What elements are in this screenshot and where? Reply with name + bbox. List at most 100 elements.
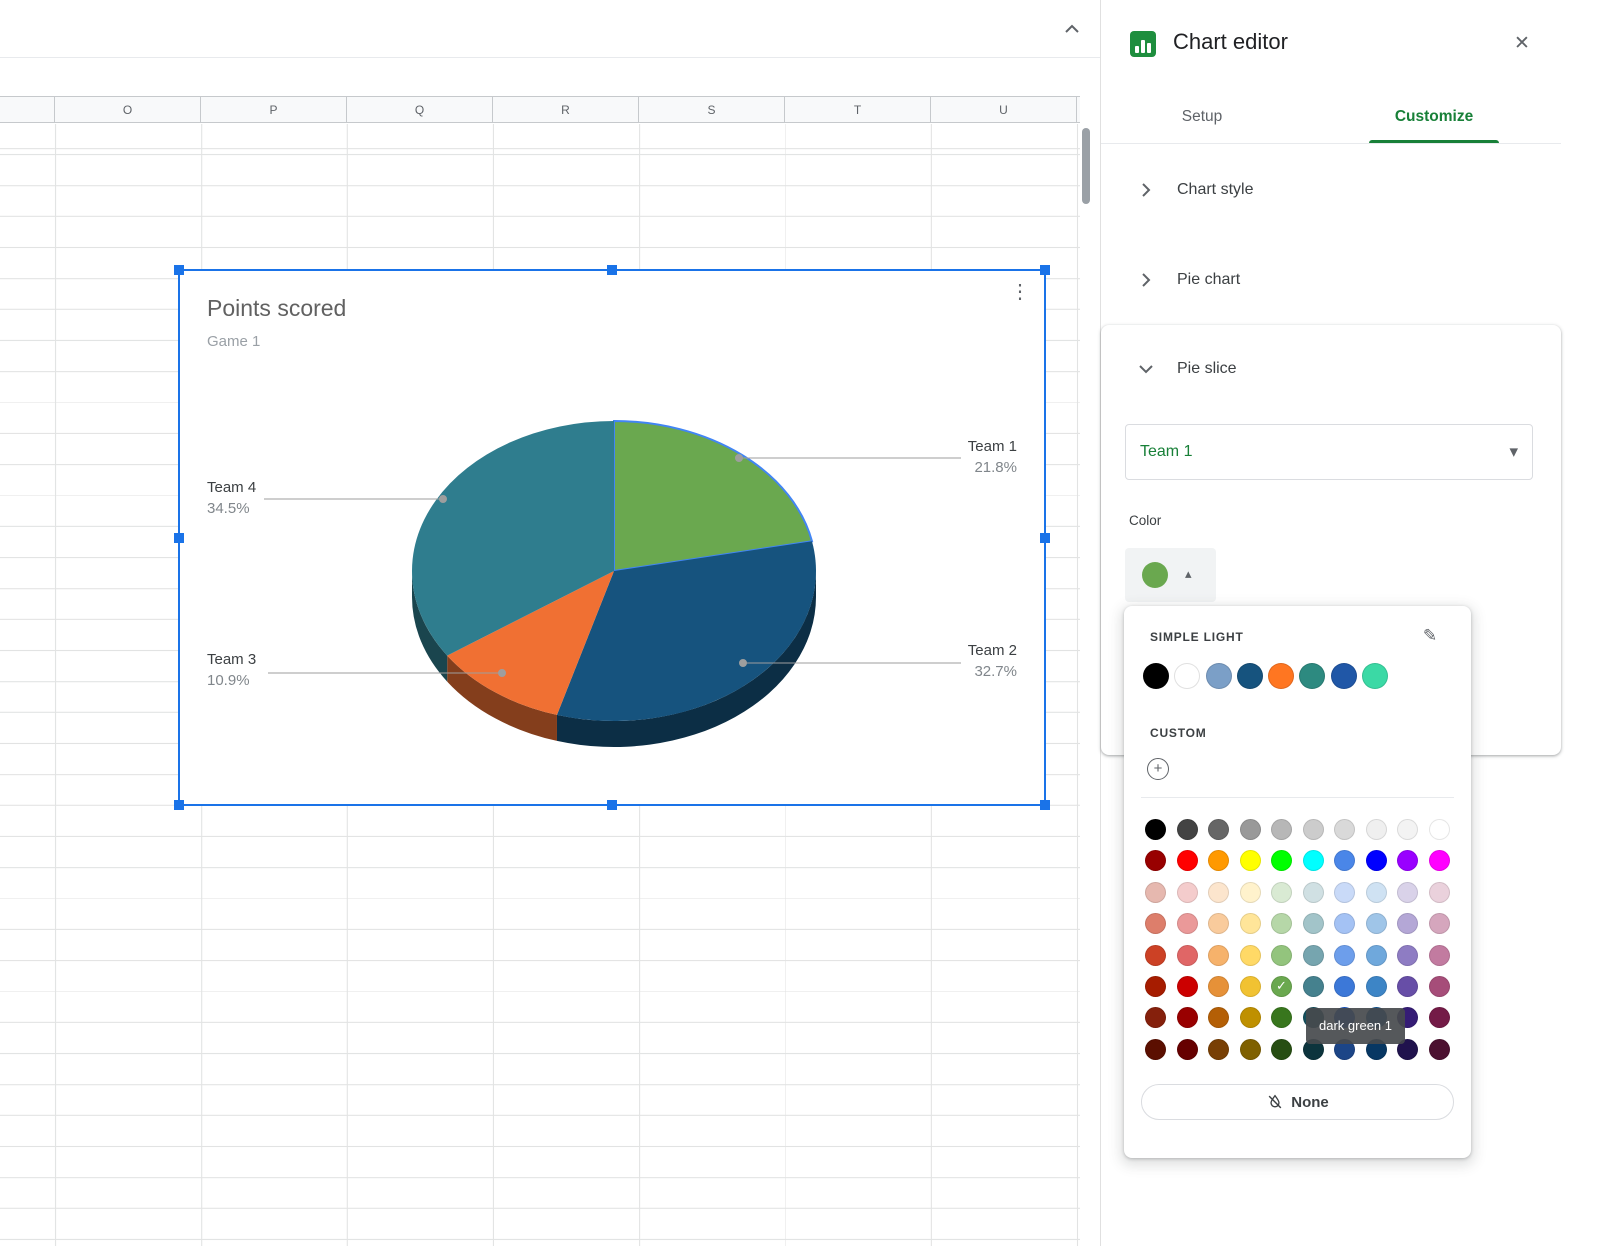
palette-color[interactable] — [1271, 945, 1292, 966]
palette-color[interactable] — [1366, 913, 1387, 934]
palette-color[interactable] — [1240, 1039, 1261, 1060]
column-header-t[interactable]: T — [785, 97, 931, 122]
palette-color[interactable] — [1429, 1039, 1450, 1060]
palette-color[interactable] — [1177, 850, 1198, 871]
palette-color[interactable] — [1334, 819, 1355, 840]
palette-color[interactable] — [1303, 882, 1324, 903]
palette-color[interactable] — [1303, 976, 1324, 997]
palette-color[interactable] — [1397, 945, 1418, 966]
chart-object[interactable]: Points scored Game 1 ⋮ Team 1 21.8% Team… — [178, 269, 1046, 806]
resize-handle-e[interactable] — [1040, 533, 1050, 543]
palette-color[interactable] — [1334, 913, 1355, 934]
edit-theme-colors-button[interactable]: ✎ — [1416, 622, 1444, 650]
palette-color[interactable] — [1208, 913, 1229, 934]
palette-color[interactable] — [1271, 882, 1292, 903]
close-panel-button[interactable]: ✕ — [1507, 28, 1537, 58]
palette-color[interactable] — [1429, 850, 1450, 871]
palette-color[interactable] — [1240, 819, 1261, 840]
column-header-p[interactable]: P — [201, 97, 347, 122]
palette-color[interactable] — [1334, 850, 1355, 871]
palette-color[interactable] — [1240, 850, 1261, 871]
resize-handle-nw[interactable] — [174, 265, 184, 275]
palette-color[interactable] — [1208, 976, 1229, 997]
column-header-partial[interactable] — [0, 97, 55, 122]
theme-color-2[interactable] — [1206, 663, 1232, 689]
column-header-u[interactable]: U — [931, 97, 1077, 122]
palette-color[interactable] — [1429, 819, 1450, 840]
palette-color[interactable] — [1334, 945, 1355, 966]
palette-color[interactable] — [1240, 945, 1261, 966]
palette-color[interactable]: ✓ — [1271, 976, 1292, 997]
palette-color[interactable] — [1271, 850, 1292, 871]
palette-color[interactable] — [1303, 850, 1324, 871]
palette-color[interactable] — [1208, 945, 1229, 966]
column-header-q[interactable]: Q — [347, 97, 493, 122]
theme-color-3[interactable] — [1237, 663, 1263, 689]
theme-color-6[interactable] — [1331, 663, 1357, 689]
palette-color[interactable] — [1177, 913, 1198, 934]
column-header-r[interactable]: R — [493, 97, 639, 122]
vertical-scrollbar-thumb[interactable] — [1082, 128, 1090, 204]
palette-color[interactable] — [1177, 976, 1198, 997]
palette-color[interactable] — [1145, 945, 1166, 966]
section-pie-chart[interactable]: Pie chart — [1101, 256, 1561, 304]
palette-color[interactable] — [1334, 882, 1355, 903]
theme-color-5[interactable] — [1299, 663, 1325, 689]
theme-color-4[interactable] — [1268, 663, 1294, 689]
palette-color[interactable] — [1429, 1007, 1450, 1028]
palette-color[interactable] — [1240, 1007, 1261, 1028]
palette-color[interactable] — [1397, 819, 1418, 840]
resize-handle-se[interactable] — [1040, 800, 1050, 810]
palette-color[interactable] — [1366, 976, 1387, 997]
palette-color[interactable] — [1366, 945, 1387, 966]
column-header-o[interactable]: O — [55, 97, 201, 122]
palette-color[interactable] — [1429, 882, 1450, 903]
palette-color[interactable] — [1334, 976, 1355, 997]
palette-color[interactable] — [1145, 976, 1166, 997]
palette-color[interactable] — [1145, 1007, 1166, 1028]
tab-setup[interactable]: Setup — [1137, 90, 1267, 144]
palette-color[interactable] — [1366, 850, 1387, 871]
palette-color[interactable] — [1397, 976, 1418, 997]
slice-select-dropdown[interactable]: Team 1 ▾ — [1125, 424, 1533, 480]
tab-customize[interactable]: Customize — [1369, 90, 1499, 144]
palette-color[interactable] — [1240, 882, 1261, 903]
palette-color[interactable] — [1208, 1039, 1229, 1060]
palette-color[interactable] — [1271, 1007, 1292, 1028]
palette-color[interactable] — [1208, 882, 1229, 903]
color-picker-button[interactable]: ▴ — [1125, 548, 1216, 602]
palette-color[interactable] — [1366, 819, 1387, 840]
palette-color[interactable] — [1145, 913, 1166, 934]
palette-color[interactable] — [1177, 1007, 1198, 1028]
palette-color[interactable] — [1240, 976, 1261, 997]
palette-color[interactable] — [1397, 913, 1418, 934]
theme-color-7[interactable] — [1362, 663, 1388, 689]
resize-handle-w[interactable] — [174, 533, 184, 543]
palette-color[interactable] — [1177, 819, 1198, 840]
palette-color[interactable] — [1397, 882, 1418, 903]
palette-color[interactable] — [1429, 913, 1450, 934]
palette-color[interactable] — [1177, 945, 1198, 966]
palette-color[interactable] — [1208, 819, 1229, 840]
palette-color[interactable] — [1145, 819, 1166, 840]
resize-handle-s[interactable] — [607, 800, 617, 810]
chart-menu-button[interactable]: ⋮ — [1010, 281, 1030, 303]
palette-color[interactable] — [1271, 913, 1292, 934]
palette-color[interactable] — [1271, 819, 1292, 840]
resize-handle-ne[interactable] — [1040, 265, 1050, 275]
section-chart-style[interactable]: Chart style — [1101, 166, 1561, 214]
none-color-button[interactable]: None — [1141, 1084, 1454, 1120]
collapse-toolbar-button[interactable] — [1058, 17, 1086, 45]
palette-color[interactable] — [1366, 882, 1387, 903]
resize-handle-sw[interactable] — [174, 800, 184, 810]
resize-handle-n[interactable] — [607, 265, 617, 275]
theme-color-1[interactable] — [1174, 663, 1200, 689]
section-pie-slice[interactable]: Pie slice — [1101, 345, 1561, 393]
palette-color[interactable] — [1303, 945, 1324, 966]
palette-color[interactable] — [1240, 913, 1261, 934]
palette-color[interactable] — [1145, 850, 1166, 871]
add-custom-color-button[interactable]: + — [1147, 758, 1169, 780]
theme-color-0[interactable] — [1143, 663, 1169, 689]
palette-color[interactable] — [1145, 1039, 1166, 1060]
palette-color[interactable] — [1177, 1039, 1198, 1060]
